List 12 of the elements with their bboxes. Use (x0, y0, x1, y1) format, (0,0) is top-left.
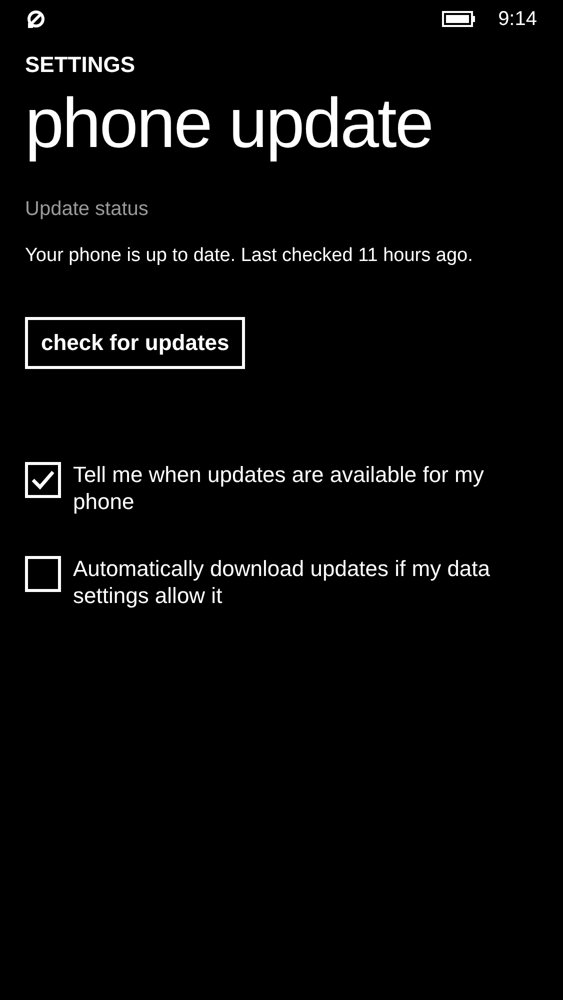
option-label: Tell me when updates are available for my phone (73, 460, 485, 514)
check-icon (31, 470, 55, 490)
battery-icon (442, 11, 476, 27)
section-title: SETTINGS (25, 54, 136, 76)
check-updates-button[interactable]: check for updates (25, 316, 246, 368)
status-message: Your phone is up to date. Last checked 11 hours ago. (25, 244, 474, 268)
option-label: Automatically download updates if my data settings allow it (73, 554, 492, 608)
rotation-lock-icon (26, 9, 46, 29)
status-label: Update status (25, 197, 150, 222)
clock-time: 9:14 (498, 7, 537, 32)
checkbox[interactable] (25, 556, 61, 592)
checkbox[interactable] (25, 462, 61, 498)
